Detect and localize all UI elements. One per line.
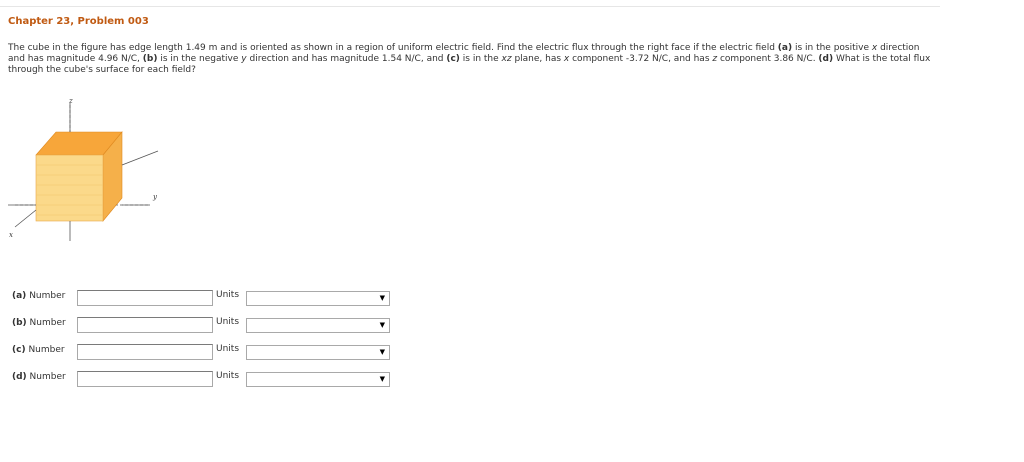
- answer-row-d: (d) Number Units ▼: [0, 369, 420, 389]
- units-label-a: Units: [216, 290, 240, 300]
- answer-b-number-input[interactable]: [77, 317, 213, 333]
- dropdown-arrow-icon: ▼: [379, 294, 385, 302]
- answer-row-a: (a) Number Units ▼: [0, 288, 420, 308]
- units-b-select[interactable]: ▼: [246, 318, 390, 333]
- axis-label-x: x: [9, 231, 13, 239]
- problem-statement: The cube in the figure has edge length 1…: [8, 43, 931, 75]
- answer-row-b: (b) Number Units ▼: [0, 315, 420, 335]
- answer-label-b: (b) Number: [12, 318, 66, 328]
- answer-c-number-input[interactable]: [77, 344, 213, 360]
- answer-label-d: (d) Number: [12, 372, 66, 382]
- page-title: Chapter 23, Problem 003: [8, 16, 149, 27]
- dropdown-arrow-icon: ▼: [379, 348, 385, 356]
- units-label-d: Units: [216, 371, 240, 381]
- units-a-select[interactable]: ▼: [246, 291, 390, 306]
- cube-figure: z y x: [8, 97, 159, 241]
- answer-label-c: (c) Number: [12, 345, 65, 355]
- answer-d-number-input[interactable]: [77, 371, 213, 387]
- header-divider: [0, 6, 940, 7]
- answer-label-a: (a) Number: [12, 291, 66, 301]
- answer-row-c: (c) Number Units ▼: [0, 342, 420, 362]
- units-label-c: Units: [216, 344, 240, 354]
- dropdown-arrow-icon: ▼: [379, 321, 385, 329]
- answer-a-number-input[interactable]: [77, 290, 213, 306]
- units-label-b: Units: [216, 317, 240, 327]
- axis-label-y: y: [152, 193, 158, 201]
- units-d-select[interactable]: ▼: [246, 372, 390, 387]
- axis-label-z: z: [68, 97, 73, 105]
- units-c-select[interactable]: ▼: [246, 345, 390, 360]
- dropdown-arrow-icon: ▼: [379, 375, 385, 383]
